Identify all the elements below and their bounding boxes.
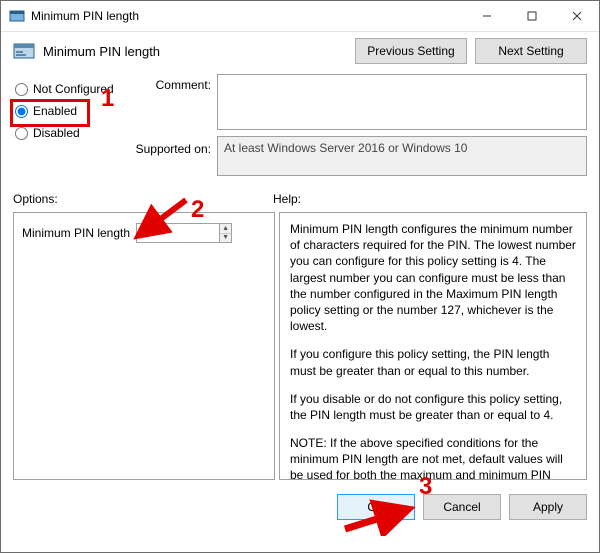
spin-down-icon[interactable]: ▼ [220, 234, 231, 243]
section-labels: Options: Help: [1, 182, 599, 208]
radio-not-configured-input[interactable] [15, 83, 28, 96]
option-label: Minimum PIN length [22, 226, 130, 240]
comment-label: Comment: [131, 74, 217, 130]
radio-label: Not Configured [33, 82, 114, 96]
minimize-button[interactable] [464, 1, 509, 31]
radio-enabled[interactable]: Enabled [13, 100, 131, 122]
help-text: NOTE: If the above specified conditions … [290, 435, 576, 480]
footer: OK Cancel Apply [1, 488, 599, 528]
help-text: If you disable or do not configure this … [290, 391, 576, 423]
header-row: Minimum PIN length Previous Setting Next… [1, 32, 599, 74]
help-label: Help: [273, 192, 587, 206]
maximize-button[interactable] [509, 1, 554, 31]
ok-button[interactable]: OK [337, 494, 415, 520]
min-pin-length-input[interactable] [137, 224, 219, 242]
close-button[interactable] [554, 1, 599, 31]
help-text: Minimum PIN length configures the minimu… [290, 221, 576, 334]
radio-disabled[interactable]: Disabled [13, 122, 131, 144]
option-row: Minimum PIN length ▲ ▼ [22, 223, 266, 243]
help-panel: Minimum PIN length configures the minimu… [279, 212, 587, 480]
help-text: If you configure this policy setting, th… [290, 346, 576, 378]
previous-setting-button[interactable]: Previous Setting [355, 38, 467, 64]
comment-field[interactable] [217, 74, 587, 130]
radio-disabled-input[interactable] [15, 127, 28, 140]
radio-label: Enabled [33, 104, 77, 118]
state-radios: Not Configured Enabled Disabled [13, 74, 131, 176]
options-panel: Minimum PIN length ▲ ▼ [13, 212, 275, 480]
radio-label: Disabled [33, 126, 80, 140]
cancel-button[interactable]: Cancel [423, 494, 501, 520]
supported-label: Supported on: [131, 136, 217, 176]
radio-not-configured[interactable]: Not Configured [13, 78, 131, 100]
policy-header-icon [13, 40, 35, 62]
supported-field: At least Windows Server 2016 or Windows … [217, 136, 587, 176]
window-controls [464, 1, 599, 31]
dialog-window: Minimum PIN length Minimum PIN length Pr… [0, 0, 600, 553]
spin-buttons[interactable]: ▲ ▼ [219, 224, 231, 242]
config-area: Not Configured Enabled Disabled Comment:… [1, 74, 599, 182]
window-title: Minimum PIN length [31, 9, 464, 23]
min-pin-length-field[interactable]: ▲ ▼ [136, 223, 232, 243]
options-label: Options: [13, 192, 273, 206]
next-setting-button[interactable]: Next Setting [475, 38, 587, 64]
policy-icon [9, 8, 25, 24]
policy-name: Minimum PIN length [43, 44, 347, 59]
title-bar: Minimum PIN length [1, 1, 599, 32]
panels: Minimum PIN length ▲ ▼ Minimum PIN lengt… [1, 208, 599, 488]
spin-up-icon[interactable]: ▲ [220, 224, 231, 234]
radio-enabled-input[interactable] [15, 105, 28, 118]
apply-button[interactable]: Apply [509, 494, 587, 520]
